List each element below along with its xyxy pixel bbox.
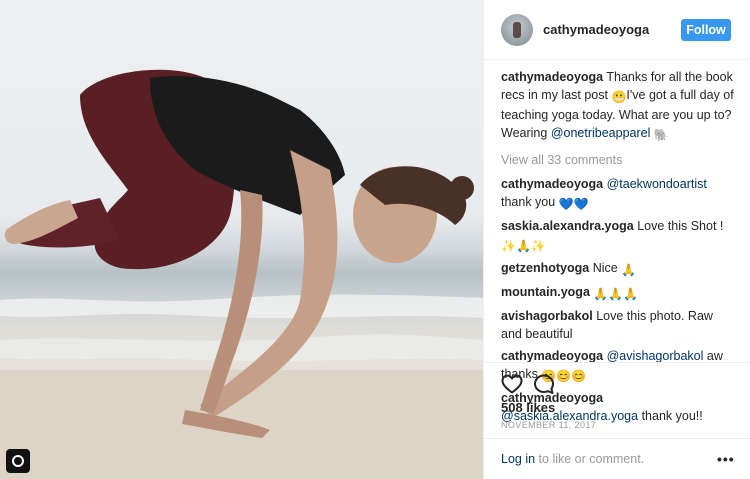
- login-prompt-text: to like or comment.: [538, 452, 645, 466]
- actions-divider: [484, 362, 750, 363]
- sparkles-pray-emoji-icon: ✨🙏✨: [501, 239, 546, 253]
- comment-username[interactable]: avishagorbakol: [501, 309, 593, 323]
- comment-username[interactable]: cathymadeoyoga: [501, 349, 603, 363]
- more-options-icon[interactable]: •••: [717, 451, 735, 467]
- comment-username[interactable]: saskia.alexandra.yoga: [501, 219, 634, 233]
- avatar[interactable]: [501, 14, 533, 46]
- comment-text: Nice: [592, 261, 618, 275]
- yoga-crow-pose-image: [0, 69, 483, 479]
- comment-mention[interactable]: @avishagorbakol: [607, 349, 704, 363]
- pray-emoji-icon: 🙏: [621, 263, 637, 277]
- author-username[interactable]: cathymadeoyoga: [543, 22, 649, 37]
- post-photo[interactable]: [0, 0, 483, 479]
- comment-username[interactable]: getzenhotyoga: [501, 261, 589, 275]
- blue-heart-emoji-icon: 💙💙: [558, 197, 589, 211]
- login-link[interactable]: Log in: [501, 452, 535, 466]
- comment-text: thank you: [501, 195, 556, 209]
- elephant-emoji-icon: 🐘: [653, 128, 669, 142]
- post-caption: cathymadeoyoga Thanks for all the book r…: [501, 68, 737, 144]
- gallery-icon[interactable]: [6, 449, 30, 473]
- comment-username[interactable]: cathymadeoyoga: [501, 177, 603, 191]
- view-all-comments-link[interactable]: View all 33 comments: [501, 151, 737, 169]
- comment-item: cathymadeoyoga @taekwondoartist thank yo…: [501, 175, 737, 213]
- comment-item: avishagorbakol Love this photo. Raw and …: [501, 307, 737, 343]
- pray-emoji-icon: 🙏🙏🙏: [593, 287, 639, 301]
- login-prompt: Log in to like or comment.: [501, 452, 644, 466]
- likes-count[interactable]: 508 likes: [501, 400, 555, 415]
- comment-icon[interactable]: [532, 372, 556, 396]
- comment-footer: Log in to like or comment. •••: [484, 438, 750, 479]
- comment-username[interactable]: mountain.yoga: [501, 285, 590, 299]
- post-details-panel: cathymadeoyoga Follow cathymadeoyoga Tha…: [483, 0, 750, 479]
- comment-text: thank you!!: [641, 409, 703, 423]
- grimace-emoji-icon: 😬: [611, 90, 627, 104]
- heart-icon[interactable]: [500, 372, 524, 396]
- comment-item: getzenhotyoga Nice 🙏: [501, 259, 737, 279]
- post-date: NOVEMBER 11, 2017: [501, 420, 597, 430]
- comment-mention[interactable]: @taekwondoartist: [607, 177, 707, 191]
- comment-item: saskia.alexandra.yoga Love this Shot ! ✨…: [501, 217, 737, 255]
- comment-text: Love this Shot !: [637, 219, 724, 233]
- caption-mention[interactable]: @onetribeapparel: [551, 126, 651, 140]
- post-header: cathymadeoyoga Follow: [484, 0, 750, 60]
- follow-button[interactable]: Follow: [681, 19, 731, 41]
- caption-username[interactable]: cathymadeoyoga: [501, 70, 603, 84]
- comment-item: mountain.yoga 🙏🙏🙏: [501, 283, 737, 303]
